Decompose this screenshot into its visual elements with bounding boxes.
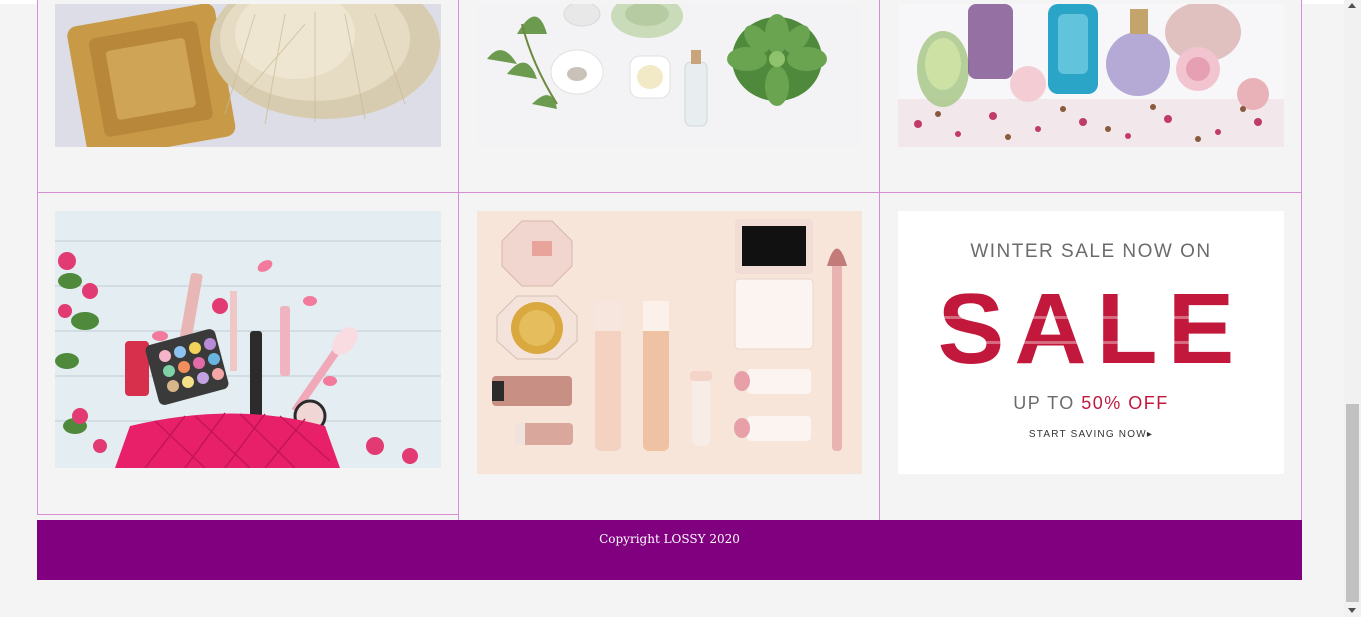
sale-offer: UP TO 50% OFF <box>1013 393 1169 413</box>
page: WINTER SALE NOW ON SALE UP TO 50% OFF ST… <box>0 0 1344 617</box>
scrollbar-thumb[interactable] <box>1346 404 1359 602</box>
sale-word-graphic: SALE <box>928 273 1258 381</box>
perfume-bottles-photo[interactable] <box>898 4 1284 147</box>
vertical-scrollbar[interactable] <box>1344 0 1361 617</box>
soap-and-brush-photo[interactable] <box>55 4 441 147</box>
skincare-flatlay-photo[interactable] <box>477 4 862 147</box>
svg-text:SALE: SALE <box>938 273 1245 381</box>
scroll-down-arrow-icon[interactable] <box>1348 608 1356 613</box>
winter-sale-banner[interactable]: WINTER SALE NOW ON SALE UP TO 50% OFF ST… <box>898 211 1284 474</box>
fenty-beauty-products-photo[interactable] <box>477 211 862 474</box>
sale-headline: WINTER SALE NOW ON <box>970 241 1212 262</box>
start-saving-link[interactable]: START SAVING NOW▸ <box>898 429 1284 440</box>
footer-copyright: Copyright LOSSY 2020 <box>599 532 740 546</box>
makeup-bag-photo[interactable] <box>55 211 441 468</box>
footer: Copyright LOSSY 2020 <box>37 520 1302 580</box>
scroll-up-arrow-icon[interactable] <box>1348 3 1356 8</box>
